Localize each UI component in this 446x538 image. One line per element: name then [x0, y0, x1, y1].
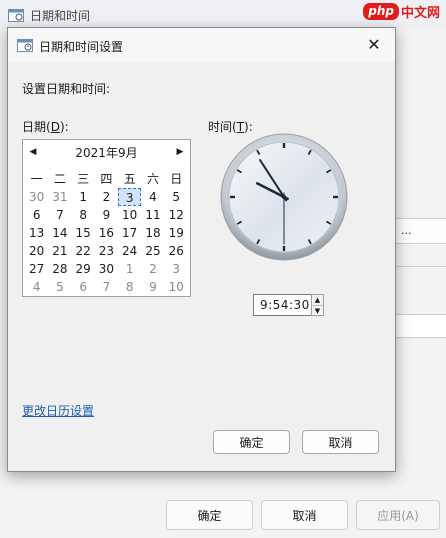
calendar-days: 30 31 1 2 3 4 5 6 7 8 9 10 11 12 13 14 15 16 17 18 19 20 21 22 2…: [25, 188, 188, 296]
calendar-day[interactable]: 30: [25, 188, 48, 206]
weekday-header: 四: [100, 172, 113, 186]
dialog-title: 日期和时间设置: [39, 40, 124, 54]
background-titlebar: 日期和时间 php 中文网: [0, 0, 446, 30]
change-calendar-settings-link[interactable]: 更改日历设置: [22, 402, 94, 419]
calendar-day[interactable]: 5: [165, 188, 188, 206]
analog-clock: [219, 132, 349, 262]
calendar-day[interactable]: 6: [72, 278, 95, 296]
next-month-arrow-icon[interactable]: ▶: [174, 146, 186, 158]
calendar-day[interactable]: 1: [72, 188, 95, 206]
calendar-day[interactable]: 7: [95, 278, 118, 296]
calendar-day[interactable]: 13: [25, 224, 48, 242]
date-time-settings-dialog: 日期和时间设置 ✕ 设置日期和时间: 日期(D): 时间(T): 2021年9月…: [7, 27, 396, 472]
calendar-day[interactable]: 9: [141, 278, 164, 296]
close-icon[interactable]: ✕: [363, 34, 385, 56]
calendar-day[interactable]: 5: [48, 278, 71, 296]
clock-center-pin: [281, 194, 287, 200]
calendar-day[interactable]: 29: [72, 260, 95, 278]
calendar-day[interactable]: 26: [165, 242, 188, 260]
spin-down-arrow-icon[interactable]: ▼: [312, 306, 323, 316]
dialog-titlebar: 日期和时间设置 ✕: [8, 28, 395, 62]
dialog-prompt: 设置日期和时间:: [22, 82, 111, 96]
calendar-day[interactable]: 22: [72, 242, 95, 260]
previous-month-arrow-icon[interactable]: ◀: [27, 146, 39, 158]
calendar-day[interactable]: 8: [72, 206, 95, 224]
time-spinner: ▲ ▼: [311, 294, 324, 316]
calendar-day[interactable]: 4: [141, 188, 164, 206]
calendar-day[interactable]: 17: [118, 224, 141, 242]
background-window-title: 日期和时间: [30, 9, 91, 23]
date-label: 日期(D):: [22, 118, 69, 135]
calendar-day[interactable]: 12: [165, 206, 188, 224]
calendar-week-row: 30 31 1 2 3 4 5: [25, 188, 188, 206]
calendar-day[interactable]: 31: [48, 188, 71, 206]
cancel-button[interactable]: 取消: [302, 430, 379, 454]
date-label-suffix: ):: [59, 120, 69, 134]
calendar-day[interactable]: 10: [165, 278, 188, 296]
date-time-settings-icon: [17, 39, 33, 52]
calendar-day[interactable]: 2: [95, 188, 118, 206]
calendar-day[interactable]: 6: [25, 206, 48, 224]
spin-up-arrow-icon[interactable]: ▲: [312, 295, 323, 306]
calendar-day[interactable]: 9: [95, 206, 118, 224]
calendar-day[interactable]: 4: [25, 278, 48, 296]
ok-button[interactable]: 确定: [213, 430, 290, 454]
weekday-header-row: 一 二 三 四 五 六 日: [25, 170, 188, 188]
calendar-day[interactable]: 3: [165, 260, 188, 278]
calendar-day[interactable]: 10: [118, 206, 141, 224]
weekday-header: 六: [146, 172, 159, 186]
calendar-day[interactable]: 27: [25, 260, 48, 278]
clock-face-icon: [220, 133, 348, 261]
weekday-header: 三: [77, 172, 90, 186]
calendar-day[interactable]: 15: [72, 224, 95, 242]
calendar-month-title[interactable]: 2021年9月: [23, 144, 190, 161]
calendar-day[interactable]: 16: [95, 224, 118, 242]
calendar-day[interactable]: 23: [95, 242, 118, 260]
time-input[interactable]: 9:54:30: [253, 294, 312, 316]
calendar-day[interactable]: 21: [48, 242, 71, 260]
background-apply-button: 应用(A): [356, 500, 440, 530]
calendar-day[interactable]: 18: [141, 224, 164, 242]
weekday-header: 日: [170, 172, 183, 186]
weekday-header: 一: [30, 172, 43, 186]
background-cancel-button[interactable]: 取消: [261, 500, 348, 530]
calendar-day[interactable]: 7: [48, 206, 71, 224]
calendar-week-row: 27 28 29 30 1 2 3: [25, 260, 188, 278]
background-change-button[interactable]: ...: [392, 218, 446, 244]
weekday-header: 五: [123, 172, 136, 186]
calendar-day[interactable]: 20: [25, 242, 48, 260]
calendar-day-selected[interactable]: 3: [118, 188, 142, 206]
calendar-day[interactable]: 19: [165, 224, 188, 242]
background-field[interactable]: [392, 314, 446, 338]
calendar-day[interactable]: 25: [141, 242, 164, 260]
calendar-day[interactable]: 1: [118, 260, 141, 278]
calendar-week-row: 13 14 15 16 17 18 19: [25, 224, 188, 242]
background-ok-button[interactable]: 确定: [166, 500, 253, 530]
php-watermark-logo: php 中文网: [363, 2, 440, 21]
calendar-day[interactable]: 11: [141, 206, 164, 224]
calendar-day[interactable]: 28: [48, 260, 71, 278]
calendar-day[interactable]: 24: [118, 242, 141, 260]
date-label-accesskey: D: [50, 120, 60, 134]
calendar-day[interactable]: 14: [48, 224, 71, 242]
calendar-day[interactable]: 2: [141, 260, 164, 278]
calendar-week-row: 4 5 6 7 8 9 10: [25, 278, 188, 296]
weekday-header: 二: [53, 172, 66, 186]
calendar-day[interactable]: 30: [95, 260, 118, 278]
calendar-day[interactable]: 8: [118, 278, 141, 296]
calendar-week-row: 6 7 8 9 10 11 12: [25, 206, 188, 224]
background-divider: [392, 266, 446, 267]
php-watermark-text: 中文网: [400, 6, 440, 21]
php-badge: php: [363, 3, 399, 20]
date-time-app-icon: [8, 9, 24, 22]
calendar-grid: 一 二 三 四 五 六 日 30 31 1 2 3 4 5 6 7 8 9 10 11 12 13 14 15 1…: [25, 170, 188, 296]
month-calendar: 2021年9月 ◀ ▶ 一 二 三 四 五 六 日 30 31 1 2 3 4 5 6 7 8 9 1…: [22, 139, 191, 297]
date-label-text: 日期(: [22, 120, 51, 134]
calendar-week-row: 20 21 22 23 24 25 26: [25, 242, 188, 260]
